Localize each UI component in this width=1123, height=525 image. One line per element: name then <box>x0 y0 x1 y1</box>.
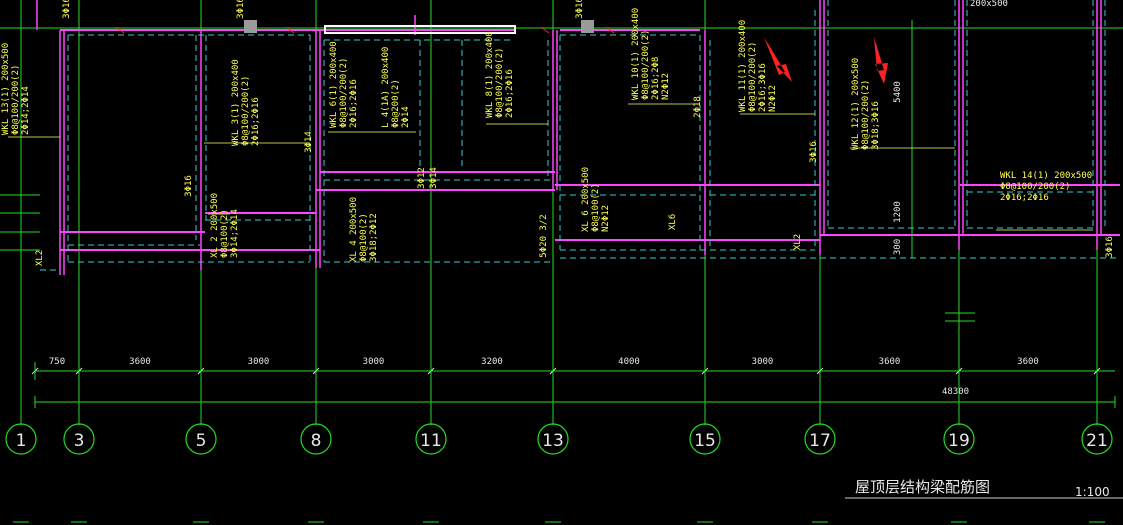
beam-label-line: WKL 10(1) 200x400 <box>631 8 641 100</box>
bar-callout: 3Φ14 <box>304 131 314 153</box>
axis-label: 5 <box>196 431 207 451</box>
bar-callout: 3Φ16 <box>62 0 72 19</box>
beam-label-line: WKL 13(1) 200x500 <box>1 43 11 135</box>
bar-callout: 3Φ12 <box>417 167 427 189</box>
axis-label: 17 <box>809 431 831 451</box>
span-dimension: 750 <box>49 357 65 367</box>
vertical-dimension: 5400 <box>893 81 903 103</box>
beam-label-line: 2Φ16;3Φ16 <box>758 63 768 112</box>
beam-label-line: 2Φ16;2Φ16 <box>1000 193 1049 203</box>
beam-label-line: XL 4 200x500 <box>349 197 359 262</box>
beam-label-line: Φ8@100/200(2) <box>241 76 251 146</box>
column-0 <box>244 20 257 33</box>
beam-tag: XL2 <box>793 234 803 250</box>
vertical-dimension: 1200 <box>893 201 903 223</box>
span-dimension: 3000 <box>363 357 385 367</box>
bar-callout: 3Φ16 <box>1105 236 1115 258</box>
beam-label-line: Φ8@200(2) <box>391 79 401 128</box>
red-arrow-right <box>874 37 888 84</box>
beam-label-line: 3Φ18;3Φ16 <box>871 101 881 150</box>
red-arrow-left <box>764 37 792 82</box>
beam-label-line: N2Φ12 <box>601 205 611 232</box>
bar-callout: 3Φ16 <box>575 0 585 19</box>
beam-label-line: 2Φ14;2Φ14 <box>21 86 31 135</box>
beam-label-line: WKL 12(1) 200x500 <box>851 58 861 150</box>
total-dimension: 48300 <box>942 387 969 397</box>
bar-callout: 3Φ16 <box>184 175 194 197</box>
beam-lines <box>36 0 1120 275</box>
beam-label-line: Φ8@100(2) <box>359 213 369 262</box>
beam-tag: XL6 <box>668 214 678 230</box>
beam-tag: XL2 <box>35 250 45 266</box>
span-dimension: 3200 <box>481 357 503 367</box>
beam-label-line: WKL 14(1) 200x500 <box>1000 171 1092 181</box>
beam-label-line: XL 2 200x500 <box>210 193 220 258</box>
beam-label-line: Φ8@100/200(2) <box>748 42 758 112</box>
beam-label-line: N2Φ12 <box>661 73 671 100</box>
beam-label-line: Φ8@100/200(2) <box>641 30 651 100</box>
bar-callout: 5Φ20 3/2 <box>539 214 549 257</box>
beam-label-line: WKL 11(1) 200x400 <box>738 20 748 112</box>
beam-label-line: Φ8@100(2) <box>591 183 601 232</box>
axis-label: 8 <box>311 431 322 451</box>
beam-label-line: Φ8@100(2) <box>220 209 230 258</box>
axis-label: 15 <box>694 431 716 451</box>
beam-label-line: Φ8@100/200(2) <box>495 48 505 118</box>
beam-label-line: Φ8@100/200(2) <box>339 58 349 128</box>
beam-label-line: 3Φ18;2Φ12 <box>369 213 379 262</box>
span-dimension: 3600 <box>129 357 151 367</box>
beam-label-line: 2Φ16;2Φ8 <box>651 57 661 100</box>
beam-label-line: 2Φ14 <box>401 106 411 128</box>
beam-label-line: 3Φ14;2Φ14 <box>230 209 240 258</box>
bar-callout: 3Φ16 <box>809 141 819 163</box>
dashed-edge-lines <box>40 0 1120 271</box>
bar-callout: 3Φ14 <box>429 167 439 189</box>
beam-label-line: 2Φ16;2Φ16 <box>251 97 261 146</box>
axis-label: 13 <box>542 431 564 451</box>
beam-label-line: N2Φ12 <box>768 85 778 112</box>
top-right-size: 200x500 <box>970 0 1008 9</box>
beam-label-line: 2Φ16;2Φ16 <box>349 79 359 128</box>
bar-callout: 3Φ16 <box>236 0 246 19</box>
beam-label-line: Φ8@100/200(2) <box>1000 182 1070 192</box>
drawing-title: 屋顶层结构梁配筋图 <box>855 478 990 496</box>
axis-label: 3 <box>74 431 85 451</box>
beam-label-line: Φ8@100/200(2) <box>11 65 21 135</box>
span-dimension: 3000 <box>248 357 270 367</box>
axis-bubbles: 1 3 5 8 11 13 15 17 19 21 <box>5 423 1113 455</box>
drawing-scale: 1:100 <box>1075 485 1110 499</box>
span-dimension: 3600 <box>879 357 901 367</box>
span-dimension: 4000 <box>618 357 640 367</box>
column-1 <box>581 20 594 33</box>
beam-label-line: XL 6 200x500 <box>581 167 591 232</box>
axis-label: 1 <box>16 431 27 451</box>
beam-label-line: L 4(1A) 200x400 <box>381 47 391 128</box>
cad-drawing: 1 3 5 8 11 13 15 17 19 21 750 3600 3000 3000 3200 4000… <box>0 0 1123 523</box>
span-dimension: 3600 <box>1017 357 1039 367</box>
axis-label: 11 <box>420 431 442 451</box>
vertical-dimension: 300 <box>893 239 903 255</box>
bar-callouts: 3Φ16 3Φ16 3Φ16 3Φ14 3Φ16 5Φ20 3/2 2Φ18 3Φ16 3Φ16… <box>35 0 1115 266</box>
span-dimension: 3000 <box>752 357 774 367</box>
beam-label-line: Φ8@100/200(2) <box>861 80 871 150</box>
bar-callout: 2Φ18 <box>693 96 703 118</box>
axis-label: 21 <box>1086 431 1108 451</box>
axis-label: 19 <box>948 431 970 451</box>
dimension-chain: 750 3600 3000 3000 3200 4000 3000 3600 3600 5400 1… <box>31 20 1116 408</box>
beam-label-line: 2Φ16;2Φ16 <box>505 69 515 118</box>
beam-label-line: WKL 6(1) 200x400 <box>329 41 339 128</box>
beam-label-line: WKL 3(1) 200x400 <box>231 59 241 146</box>
beam-label-line: WKL 8(1) 200x400 <box>485 31 495 118</box>
